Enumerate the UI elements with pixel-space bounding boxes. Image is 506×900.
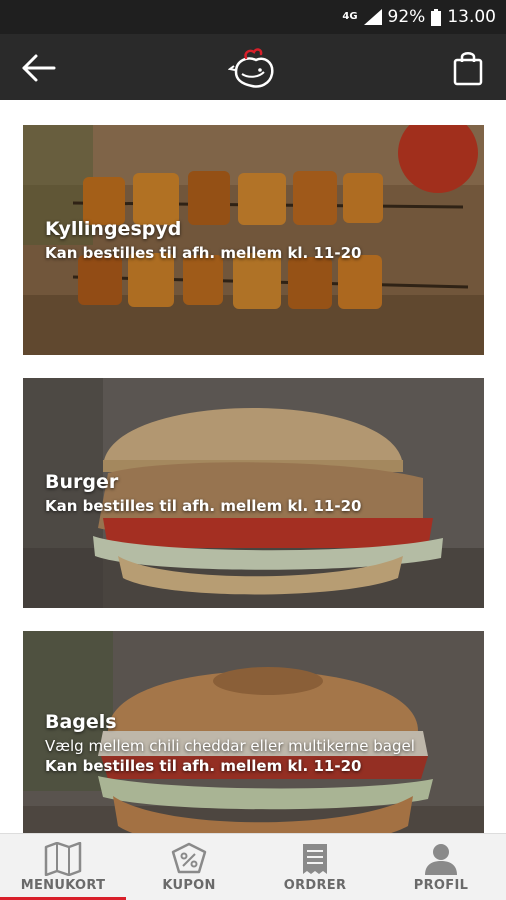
person-icon [425, 844, 457, 875]
tab-profil[interactable]: PROFIL [378, 834, 504, 900]
network-type: 4G [342, 11, 358, 22]
menu-card-text: Bagels Vælg mellem chili cheddar eller m… [45, 711, 415, 775]
menu-card-title: Burger [45, 471, 119, 493]
menu-card-subtitle: Kan bestilles til afh. mellem kl. 11-20 [45, 244, 362, 262]
menu-card-subtitle: Kan bestilles til afh. mellem kl. 11-20 [45, 497, 362, 515]
status-indicators: 4G 92% 13.00 [342, 6, 496, 28]
back-arrow-icon[interactable] [18, 48, 58, 88]
status-bar: 4G 92% 13.00 [0, 0, 506, 34]
map-icon [44, 842, 82, 876]
chicken-logo-icon[interactable] [228, 46, 280, 92]
battery-percent: 92% [387, 7, 426, 27]
tab-label: MENUKORT [20, 878, 106, 893]
tab-ordrer[interactable]: ORDRER [252, 834, 378, 900]
menu-card-text: Burger Kan bestilles til afh. mellem kl.… [45, 471, 361, 515]
menu-card-text: Kyllingespyd Kan bestilles til afh. mell… [45, 218, 361, 262]
receipt-icon [303, 844, 327, 874]
menu-card-bagels[interactable]: Bagels Vælg mellem chili cheddar eller m… [23, 631, 484, 834]
tab-label: PROFIL [413, 878, 469, 893]
menu-card-title: Kyllingespyd [45, 218, 182, 240]
tab-label: ORDRER [283, 878, 347, 893]
shopping-bag-icon[interactable] [452, 48, 484, 86]
battery-icon [431, 8, 442, 26]
app-bar [0, 34, 506, 100]
signal-icon [363, 9, 382, 25]
tab-label: KUPON [162, 878, 216, 893]
menu-list: Kyllingespyd Kan bestilles til afh. mell… [0, 100, 506, 834]
menu-card-title: Bagels [45, 711, 117, 733]
tab-menukort[interactable]: MENUKORT [0, 834, 126, 900]
menu-card-kyllingespyd[interactable]: Kyllingespyd Kan bestilles til afh. mell… [23, 125, 484, 355]
coupon-icon [171, 842, 207, 874]
menu-card-subtitle: Kan bestilles til afh. mellem kl. 11-20 [45, 757, 362, 775]
clock: 13.00 [447, 7, 496, 27]
bottom-tab-bar: MENUKORT KUPON ORDRER PROFIL [0, 833, 506, 900]
menu-card-burger[interactable]: Burger Kan bestilles til afh. mellem kl.… [23, 378, 484, 608]
tab-kupon[interactable]: KUPON [126, 834, 252, 900]
menu-card-description: Vælg mellem chili cheddar eller multiker… [45, 737, 415, 755]
